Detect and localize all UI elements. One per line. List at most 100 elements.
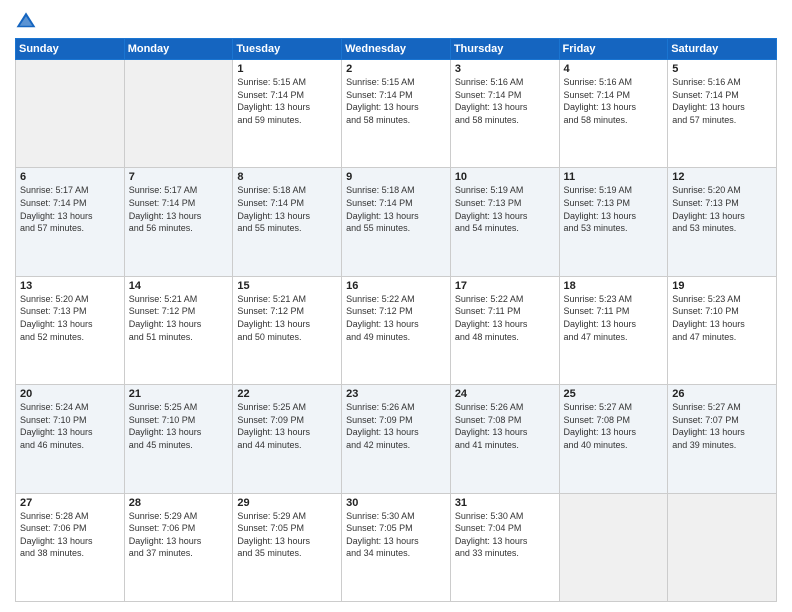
day-number: 27 <box>20 497 120 509</box>
calendar-cell: 15Sunrise: 5:21 AM Sunset: 7:12 PM Dayli… <box>233 276 342 384</box>
day-info: Sunrise: 5:27 AM Sunset: 7:07 PM Dayligh… <box>672 401 772 451</box>
weekday-header-saturday: Saturday <box>668 39 777 60</box>
day-number: 17 <box>455 280 555 292</box>
calendar-cell: 5Sunrise: 5:16 AM Sunset: 7:14 PM Daylig… <box>668 60 777 168</box>
day-number: 23 <box>346 388 446 400</box>
calendar-cell <box>668 493 777 601</box>
calendar-cell: 4Sunrise: 5:16 AM Sunset: 7:14 PM Daylig… <box>559 60 668 168</box>
calendar-cell: 26Sunrise: 5:27 AM Sunset: 7:07 PM Dayli… <box>668 385 777 493</box>
calendar-cell: 20Sunrise: 5:24 AM Sunset: 7:10 PM Dayli… <box>16 385 125 493</box>
day-info: Sunrise: 5:20 AM Sunset: 7:13 PM Dayligh… <box>672 184 772 234</box>
weekday-header-thursday: Thursday <box>450 39 559 60</box>
header <box>15 10 777 32</box>
day-number: 13 <box>20 280 120 292</box>
day-info: Sunrise: 5:25 AM Sunset: 7:09 PM Dayligh… <box>237 401 337 451</box>
day-info: Sunrise: 5:29 AM Sunset: 7:05 PM Dayligh… <box>237 510 337 560</box>
weekday-header-sunday: Sunday <box>16 39 125 60</box>
day-number: 2 <box>346 63 446 75</box>
day-info: Sunrise: 5:16 AM Sunset: 7:14 PM Dayligh… <box>564 76 664 126</box>
day-number: 26 <box>672 388 772 400</box>
day-info: Sunrise: 5:26 AM Sunset: 7:09 PM Dayligh… <box>346 401 446 451</box>
calendar-cell: 8Sunrise: 5:18 AM Sunset: 7:14 PM Daylig… <box>233 168 342 276</box>
calendar-cell: 22Sunrise: 5:25 AM Sunset: 7:09 PM Dayli… <box>233 385 342 493</box>
calendar-cell: 17Sunrise: 5:22 AM Sunset: 7:11 PM Dayli… <box>450 276 559 384</box>
day-number: 29 <box>237 497 337 509</box>
day-info: Sunrise: 5:15 AM Sunset: 7:14 PM Dayligh… <box>237 76 337 126</box>
calendar-cell: 7Sunrise: 5:17 AM Sunset: 7:14 PM Daylig… <box>124 168 233 276</box>
calendar-cell: 14Sunrise: 5:21 AM Sunset: 7:12 PM Dayli… <box>124 276 233 384</box>
calendar-cell: 12Sunrise: 5:20 AM Sunset: 7:13 PM Dayli… <box>668 168 777 276</box>
weekday-header-friday: Friday <box>559 39 668 60</box>
day-number: 11 <box>564 171 664 183</box>
day-number: 6 <box>20 171 120 183</box>
day-info: Sunrise: 5:20 AM Sunset: 7:13 PM Dayligh… <box>20 293 120 343</box>
day-number: 16 <box>346 280 446 292</box>
calendar-cell: 6Sunrise: 5:17 AM Sunset: 7:14 PM Daylig… <box>16 168 125 276</box>
calendar-cell: 13Sunrise: 5:20 AM Sunset: 7:13 PM Dayli… <box>16 276 125 384</box>
logo <box>15 10 39 32</box>
calendar-cell: 28Sunrise: 5:29 AM Sunset: 7:06 PM Dayli… <box>124 493 233 601</box>
day-number: 14 <box>129 280 229 292</box>
day-info: Sunrise: 5:16 AM Sunset: 7:14 PM Dayligh… <box>672 76 772 126</box>
calendar-cell: 19Sunrise: 5:23 AM Sunset: 7:10 PM Dayli… <box>668 276 777 384</box>
day-number: 5 <box>672 63 772 75</box>
day-info: Sunrise: 5:26 AM Sunset: 7:08 PM Dayligh… <box>455 401 555 451</box>
day-info: Sunrise: 5:22 AM Sunset: 7:12 PM Dayligh… <box>346 293 446 343</box>
day-info: Sunrise: 5:21 AM Sunset: 7:12 PM Dayligh… <box>129 293 229 343</box>
day-number: 24 <box>455 388 555 400</box>
day-info: Sunrise: 5:17 AM Sunset: 7:14 PM Dayligh… <box>20 184 120 234</box>
day-number: 4 <box>564 63 664 75</box>
day-info: Sunrise: 5:21 AM Sunset: 7:12 PM Dayligh… <box>237 293 337 343</box>
calendar-cell: 23Sunrise: 5:26 AM Sunset: 7:09 PM Dayli… <box>342 385 451 493</box>
day-info: Sunrise: 5:25 AM Sunset: 7:10 PM Dayligh… <box>129 401 229 451</box>
day-number: 25 <box>564 388 664 400</box>
day-info: Sunrise: 5:19 AM Sunset: 7:13 PM Dayligh… <box>455 184 555 234</box>
day-number: 8 <box>237 171 337 183</box>
calendar-cell: 25Sunrise: 5:27 AM Sunset: 7:08 PM Dayli… <box>559 385 668 493</box>
calendar-week-5: 27Sunrise: 5:28 AM Sunset: 7:06 PM Dayli… <box>16 493 777 601</box>
day-number: 1 <box>237 63 337 75</box>
calendar-cell: 11Sunrise: 5:19 AM Sunset: 7:13 PM Dayli… <box>559 168 668 276</box>
day-number: 20 <box>20 388 120 400</box>
weekday-header-wednesday: Wednesday <box>342 39 451 60</box>
calendar-cell: 30Sunrise: 5:30 AM Sunset: 7:05 PM Dayli… <box>342 493 451 601</box>
calendar-cell: 1Sunrise: 5:15 AM Sunset: 7:14 PM Daylig… <box>233 60 342 168</box>
day-info: Sunrise: 5:29 AM Sunset: 7:06 PM Dayligh… <box>129 510 229 560</box>
day-info: Sunrise: 5:19 AM Sunset: 7:13 PM Dayligh… <box>564 184 664 234</box>
weekday-header-row: SundayMondayTuesdayWednesdayThursdayFrid… <box>16 39 777 60</box>
calendar-cell: 24Sunrise: 5:26 AM Sunset: 7:08 PM Dayli… <box>450 385 559 493</box>
day-info: Sunrise: 5:23 AM Sunset: 7:10 PM Dayligh… <box>672 293 772 343</box>
weekday-header-monday: Monday <box>124 39 233 60</box>
day-number: 22 <box>237 388 337 400</box>
calendar-week-3: 13Sunrise: 5:20 AM Sunset: 7:13 PM Dayli… <box>16 276 777 384</box>
calendar-table: SundayMondayTuesdayWednesdayThursdayFrid… <box>15 38 777 602</box>
day-info: Sunrise: 5:18 AM Sunset: 7:14 PM Dayligh… <box>237 184 337 234</box>
calendar-cell: 31Sunrise: 5:30 AM Sunset: 7:04 PM Dayli… <box>450 493 559 601</box>
day-info: Sunrise: 5:28 AM Sunset: 7:06 PM Dayligh… <box>20 510 120 560</box>
calendar-cell <box>559 493 668 601</box>
calendar-cell: 3Sunrise: 5:16 AM Sunset: 7:14 PM Daylig… <box>450 60 559 168</box>
day-number: 21 <box>129 388 229 400</box>
day-number: 3 <box>455 63 555 75</box>
logo-icon <box>15 10 37 32</box>
day-number: 19 <box>672 280 772 292</box>
page: SundayMondayTuesdayWednesdayThursdayFrid… <box>0 0 792 612</box>
calendar-cell: 27Sunrise: 5:28 AM Sunset: 7:06 PM Dayli… <box>16 493 125 601</box>
calendar-week-1: 1Sunrise: 5:15 AM Sunset: 7:14 PM Daylig… <box>16 60 777 168</box>
calendar-cell: 16Sunrise: 5:22 AM Sunset: 7:12 PM Dayli… <box>342 276 451 384</box>
day-number: 30 <box>346 497 446 509</box>
calendar-cell: 21Sunrise: 5:25 AM Sunset: 7:10 PM Dayli… <box>124 385 233 493</box>
day-info: Sunrise: 5:18 AM Sunset: 7:14 PM Dayligh… <box>346 184 446 234</box>
day-info: Sunrise: 5:27 AM Sunset: 7:08 PM Dayligh… <box>564 401 664 451</box>
calendar-cell: 2Sunrise: 5:15 AM Sunset: 7:14 PM Daylig… <box>342 60 451 168</box>
day-info: Sunrise: 5:22 AM Sunset: 7:11 PM Dayligh… <box>455 293 555 343</box>
day-info: Sunrise: 5:16 AM Sunset: 7:14 PM Dayligh… <box>455 76 555 126</box>
day-number: 9 <box>346 171 446 183</box>
calendar-cell: 18Sunrise: 5:23 AM Sunset: 7:11 PM Dayli… <box>559 276 668 384</box>
calendar-cell <box>16 60 125 168</box>
day-number: 28 <box>129 497 229 509</box>
day-number: 15 <box>237 280 337 292</box>
day-info: Sunrise: 5:15 AM Sunset: 7:14 PM Dayligh… <box>346 76 446 126</box>
calendar-cell <box>124 60 233 168</box>
day-info: Sunrise: 5:24 AM Sunset: 7:10 PM Dayligh… <box>20 401 120 451</box>
